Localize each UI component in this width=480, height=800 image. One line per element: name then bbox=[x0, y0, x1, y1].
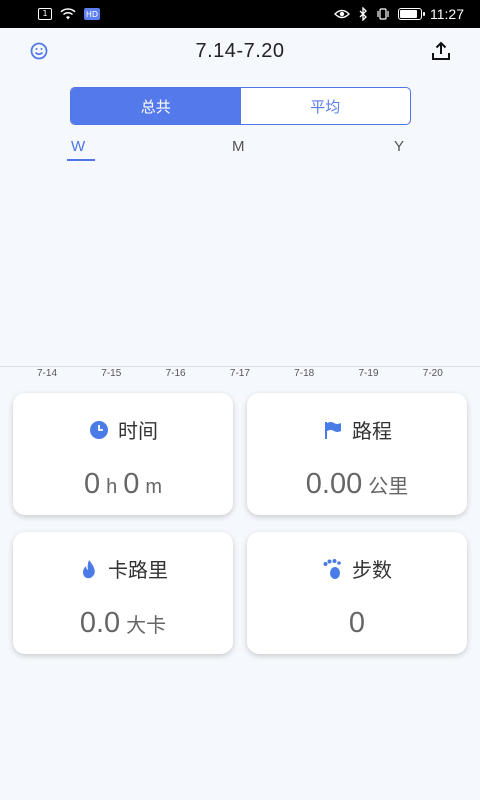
status-time: 11:27 bbox=[430, 6, 464, 22]
battery-level bbox=[400, 10, 418, 18]
steps-card[interactable]: 步数 0 bbox=[247, 532, 467, 654]
steps-card-value: 0 bbox=[349, 607, 365, 640]
calories-value: 0.0 bbox=[79, 607, 121, 639]
x-axis-label: 7-20 bbox=[422, 368, 443, 379]
time-card-label: 时间 bbox=[118, 419, 158, 443]
battery-icon bbox=[398, 8, 425, 20]
time-minutes-value: 0 bbox=[123, 468, 140, 500]
distance-unit: 公里 bbox=[368, 474, 409, 498]
calories-card-label: 卡路里 bbox=[108, 558, 168, 582]
vibrate-icon bbox=[377, 8, 389, 20]
weekly-chart bbox=[0, 168, 480, 366]
x-axis-label: 7-18 bbox=[294, 368, 315, 379]
time-hours-value: 0 bbox=[83, 468, 101, 500]
steps-card-label: 步数 bbox=[352, 558, 392, 582]
eye-icon bbox=[334, 9, 350, 19]
steps-value: 0 bbox=[348, 607, 366, 639]
notification-badge: 1 bbox=[38, 8, 52, 20]
time-card[interactable]: 时间 0 h 0 m bbox=[13, 393, 233, 515]
calories-card-header: 卡路里 bbox=[78, 554, 168, 583]
chart-bars bbox=[0, 168, 480, 366]
active-tab-underline bbox=[67, 159, 95, 161]
distance-card[interactable]: 路程 0.00 公里 bbox=[247, 393, 467, 515]
status-bar: 1 HD 11:27 bbox=[0, 0, 480, 28]
period-tabs: W M Y bbox=[0, 138, 480, 166]
total-average-toggle: 总共 平均 bbox=[70, 87, 411, 125]
x-axis-label: 7-19 bbox=[358, 368, 379, 379]
time-hours-unit: h bbox=[106, 476, 118, 498]
calories-card[interactable]: 卡路里 0.0 大卡 bbox=[13, 532, 233, 654]
header: 7.14-7.20 bbox=[0, 28, 480, 74]
steps-card-header: 步数 bbox=[322, 554, 392, 583]
flag-icon bbox=[325, 421, 341, 439]
x-axis-label: 7-16 bbox=[165, 368, 186, 379]
time-minutes-unit: m bbox=[145, 476, 163, 498]
distance-value: 0.00 bbox=[305, 468, 363, 500]
tab-month[interactable]: M bbox=[232, 138, 245, 155]
segment-total[interactable]: 总共 bbox=[71, 88, 241, 124]
flame-icon bbox=[83, 559, 95, 578]
x-axis-label: 7-17 bbox=[229, 368, 250, 379]
x-axis-label: 7-14 bbox=[36, 368, 58, 379]
tab-week[interactable]: W bbox=[71, 138, 85, 155]
wifi-icon bbox=[60, 8, 76, 20]
bluetooth-icon bbox=[359, 7, 367, 21]
clock-icon bbox=[90, 420, 108, 439]
segment-average[interactable]: 平均 bbox=[241, 88, 411, 124]
distance-card-label: 路程 bbox=[352, 419, 392, 443]
calories-unit: 大卡 bbox=[126, 613, 167, 637]
calories-card-value: 0.0 大卡 bbox=[80, 607, 166, 640]
time-card-value: 0 h 0 m bbox=[84, 468, 162, 501]
chart-x-axis-labels: 7-14 7-15 7-16 7-17 7-18 7-19 7-20 bbox=[0, 368, 480, 384]
hd-badge: HD bbox=[84, 8, 100, 20]
status-left: 1 HD bbox=[38, 8, 100, 20]
page-title: 7.14-7.20 bbox=[195, 39, 285, 62]
status-right: 11:27 bbox=[334, 6, 464, 22]
distance-card-value: 0.00 公里 bbox=[306, 468, 408, 501]
chart-x-axis bbox=[0, 366, 480, 367]
share-upload-icon[interactable] bbox=[430, 40, 452, 62]
time-card-header: 时间 bbox=[88, 415, 158, 444]
distance-card-header: 路程 bbox=[322, 415, 392, 444]
smiley-face-icon[interactable] bbox=[28, 40, 50, 62]
x-axis-label: 7-15 bbox=[101, 368, 122, 379]
footprint-icon bbox=[323, 558, 341, 579]
tab-year[interactable]: Y bbox=[394, 138, 404, 155]
